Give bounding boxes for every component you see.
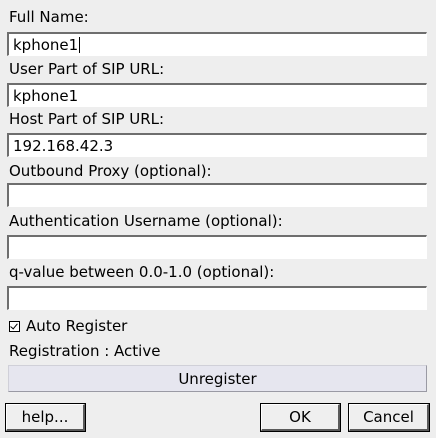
user-part-field[interactable]: kphone1 xyxy=(7,83,427,107)
outbound-proxy-label: Outbound Proxy (optional): xyxy=(9,162,212,180)
host-part-field[interactable]: 192.168.42.3 xyxy=(7,133,427,157)
full-name-value: kphone1 xyxy=(13,36,79,54)
full-name-field[interactable]: kphone1 xyxy=(7,32,427,56)
host-part-label: Host Part of SIP URL: xyxy=(9,110,165,128)
ok-button[interactable]: OK xyxy=(260,403,341,432)
registration-status: Registration : Active xyxy=(9,342,161,360)
help-button[interactable]: help... xyxy=(5,403,86,432)
auto-register-checkbox[interactable]: Auto Register xyxy=(9,316,127,336)
text-cursor xyxy=(79,37,81,53)
outbound-proxy-field[interactable] xyxy=(7,183,427,207)
checkbox-checked-icon[interactable] xyxy=(9,320,20,332)
q-value-label: q-value between 0.0-1.0 (optional): xyxy=(9,263,275,281)
q-value-field[interactable] xyxy=(7,286,427,310)
auto-register-label: Auto Register xyxy=(26,317,128,335)
auth-username-field[interactable] xyxy=(7,235,427,259)
user-part-label: User Part of SIP URL: xyxy=(9,60,165,78)
unregister-button[interactable]: Unregister xyxy=(8,365,427,392)
auth-username-label: Authentication Username (optional): xyxy=(9,212,283,230)
full-name-label: Full Name: xyxy=(9,8,89,26)
cancel-button[interactable]: Cancel xyxy=(348,403,430,432)
